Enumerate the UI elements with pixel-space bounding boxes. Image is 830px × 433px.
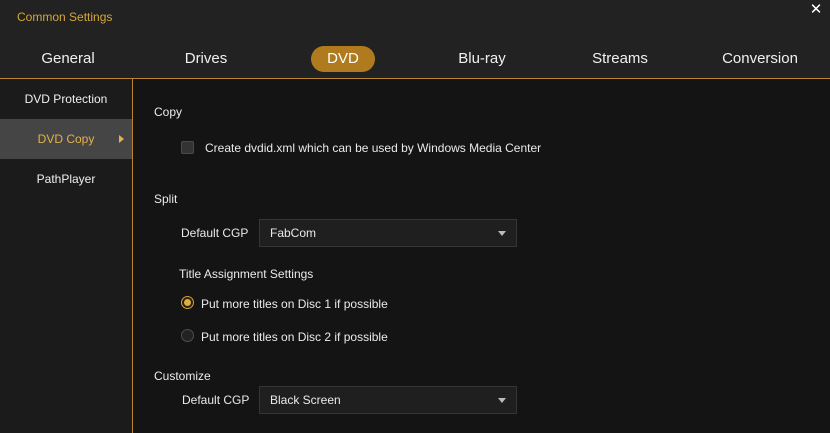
- settings-panel: Copy Create dvdid.xml which can be used …: [133, 79, 830, 433]
- chevron-down-icon: [498, 398, 506, 403]
- sidebar-item-pathplayer[interactable]: PathPlayer: [0, 159, 132, 199]
- tab-drives[interactable]: Drives: [166, 46, 246, 72]
- split-default-cgp-value: FabCom: [270, 226, 317, 240]
- tab-conversion[interactable]: Conversion: [714, 46, 806, 72]
- window-title: Common Settings: [17, 10, 113, 24]
- split-heading: Split: [154, 192, 178, 206]
- tab-bar: General Drives DVD Blu-ray Streams Conve…: [0, 36, 830, 79]
- split-default-cgp-label: Default CGP: [181, 226, 249, 240]
- tab-blu-ray[interactable]: Blu-ray: [442, 46, 522, 72]
- chevron-down-icon: [498, 231, 506, 236]
- disc1-radio[interactable]: [181, 296, 194, 309]
- sidebar-item-label: PathPlayer: [36, 172, 96, 186]
- chevron-right-icon: [119, 135, 124, 143]
- disc1-option-label[interactable]: Put more titles on Disc 1 if possible: [201, 297, 388, 311]
- customize-default-cgp-value: Black Screen: [270, 393, 341, 407]
- sidebar-item-label: DVD Copy: [37, 132, 95, 146]
- sidebar-item-dvd-protection[interactable]: DVD Protection: [0, 79, 132, 119]
- tab-streams[interactable]: Streams: [580, 46, 660, 72]
- customize-default-cgp-label: Default CGP: [182, 393, 250, 407]
- tab-dvd[interactable]: DVD: [311, 46, 375, 72]
- create-dvdid-checkbox[interactable]: [181, 141, 194, 154]
- title-bar: Common Settings ✕: [0, 0, 830, 36]
- close-icon[interactable]: ✕: [808, 2, 824, 18]
- disc2-radio[interactable]: [181, 329, 194, 342]
- sidebar: DVD Protection DVD Copy PathPlayer: [0, 79, 133, 433]
- create-dvdid-label[interactable]: Create dvdid.xml which can be used by Wi…: [205, 141, 541, 155]
- copy-heading: Copy: [154, 105, 183, 119]
- title-assignment-heading: Title Assignment Settings: [179, 267, 314, 281]
- split-default-cgp-select[interactable]: FabCom: [259, 219, 517, 247]
- sidebar-item-dvd-copy[interactable]: DVD Copy: [0, 119, 132, 159]
- tab-general[interactable]: General: [28, 46, 108, 72]
- customize-default-cgp-select[interactable]: Black Screen: [259, 386, 517, 414]
- sidebar-item-label: DVD Protection: [24, 92, 108, 106]
- customize-heading: Customize: [154, 369, 211, 383]
- disc2-option-label[interactable]: Put more titles on Disc 2 if possible: [201, 330, 388, 344]
